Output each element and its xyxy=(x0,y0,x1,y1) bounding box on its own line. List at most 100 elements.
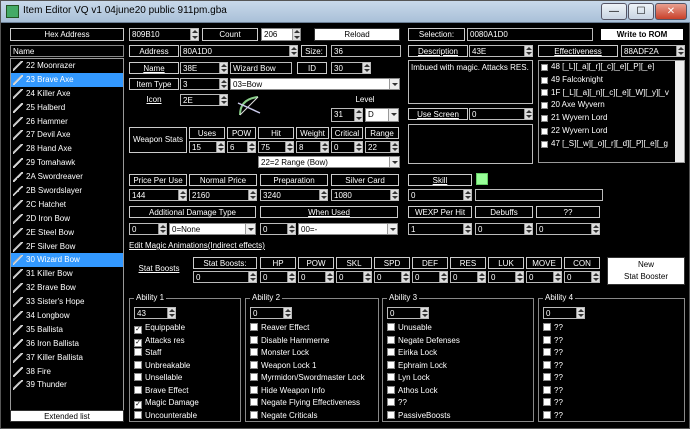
stat-boost-input[interactable]: 0 xyxy=(526,271,562,283)
selection-input[interactable]: 0080A1D0 xyxy=(467,28,593,41)
use-screen-label[interactable]: Use Screen xyxy=(408,108,468,120)
size-input[interactable]: 36 xyxy=(331,45,401,57)
item-list-row[interactable]: 38 Fire xyxy=(11,365,123,379)
checkbox-box[interactable] xyxy=(250,323,258,331)
checkbox-box[interactable] xyxy=(134,385,142,394)
range-dropdown[interactable]: 22=2 Range (Bow) xyxy=(258,156,400,168)
checkbox-box[interactable] xyxy=(250,398,258,406)
checkbox-box[interactable] xyxy=(387,360,395,369)
item-list-row[interactable]: 39 Thunder xyxy=(11,378,123,392)
hex-address-input[interactable]: 809B10 xyxy=(129,28,199,41)
when-used-input[interactable]: 0 xyxy=(260,223,296,235)
ability-checkbox[interactable]: ?? xyxy=(543,385,563,396)
description-input[interactable]: 43E xyxy=(469,45,533,57)
wexp-input[interactable]: 1 xyxy=(408,223,472,235)
ability-checkbox[interactable]: Negate Defenses xyxy=(387,335,460,346)
item-list-row[interactable]: 26 Hammer xyxy=(11,115,123,129)
stat-boost-input[interactable]: 0 xyxy=(374,271,410,283)
ability-checkbox[interactable]: ✓ Equippable xyxy=(134,323,185,334)
debuffs-input[interactable]: 0 xyxy=(475,223,533,235)
use-screen-text[interactable] xyxy=(408,124,533,164)
item-list-row[interactable]: 2F Silver Bow xyxy=(11,240,123,254)
effectiveness-checkbox[interactable] xyxy=(541,76,548,84)
price-input[interactable]: 144 xyxy=(129,189,187,201)
price-input[interactable]: 3240 xyxy=(260,189,328,201)
effectiveness-item[interactable]: 48 [_L][_a][_r][_c][_e][_P][_e] xyxy=(539,61,684,74)
item-type-dropdown[interactable]: 03=Bow xyxy=(230,78,400,90)
ability-checkbox[interactable]: ✓ Magic Damage xyxy=(134,398,199,409)
stat-boost-input[interactable]: 0 xyxy=(298,271,334,283)
weapon-stat-input[interactable]: 75 xyxy=(258,141,294,153)
stat-boost-input[interactable]: 0 xyxy=(336,271,372,283)
weapon-stat-input[interactable]: 22 xyxy=(365,141,399,153)
checkbox-box[interactable] xyxy=(134,348,142,356)
checkbox-box[interactable] xyxy=(543,398,551,406)
item-list-row[interactable]: 2D Iron Bow xyxy=(11,212,123,226)
ability-checkbox[interactable]: Brave Effect xyxy=(134,385,188,396)
checkbox-box[interactable]: ✓ xyxy=(134,326,142,334)
icon-input[interactable]: 2E xyxy=(180,94,228,106)
checkbox-box[interactable] xyxy=(543,348,551,356)
level-rank-dropdown[interactable]: D xyxy=(365,108,399,122)
checkbox-box[interactable] xyxy=(387,348,395,356)
checkbox-box[interactable] xyxy=(134,410,142,419)
skill-label[interactable]: Skill xyxy=(408,174,472,186)
checkbox-box[interactable] xyxy=(387,335,395,344)
level-input[interactable]: 31 xyxy=(331,108,363,122)
stat-boost-input[interactable]: 0 xyxy=(488,271,524,283)
item-list-row[interactable]: 28 Hand Axe xyxy=(11,142,123,156)
item-list-row[interactable]: 2C Hatchet xyxy=(11,198,123,212)
effectiveness-item[interactable]: 20 Axe Wyvern xyxy=(539,99,684,112)
ability-3-input[interactable]: 0 xyxy=(387,307,429,319)
effectiveness-checkbox[interactable] xyxy=(541,89,548,97)
item-list-row[interactable]: 36 Iron Ballista xyxy=(11,337,123,351)
stat-boost-input[interactable]: 0 xyxy=(412,271,448,283)
item-list-row[interactable]: 22 Moonrazer xyxy=(11,59,123,73)
checkbox-box[interactable] xyxy=(387,385,395,394)
description-text[interactable]: Imbued with magic. Attacks RES. xyxy=(408,60,533,104)
checkbox-box[interactable]: ✓ xyxy=(134,401,142,409)
checkbox-box[interactable] xyxy=(387,373,395,381)
checkbox-box[interactable] xyxy=(387,398,395,406)
item-list-row[interactable]: 25 Halberd xyxy=(11,101,123,115)
ability-checkbox[interactable]: Athos Lock xyxy=(387,385,438,396)
maximize-button[interactable]: ☐ xyxy=(628,3,654,20)
effectiveness-item[interactable]: 1F [_L][_a][_n][_c][_e][_W][_y][_v xyxy=(539,87,684,100)
ability-checkbox[interactable]: Disable Hammerne xyxy=(250,335,329,346)
ability-checkbox[interactable]: ?? xyxy=(543,373,563,383)
ability-checkbox[interactable]: Unbreakable xyxy=(134,360,190,371)
effectiveness-checkbox[interactable] xyxy=(541,115,548,123)
reload-button[interactable]: Reload xyxy=(314,28,400,41)
ability-4-input[interactable]: 0 xyxy=(543,307,585,319)
ability-checkbox[interactable]: ?? xyxy=(543,348,563,358)
checkbox-box[interactable] xyxy=(543,385,551,394)
checkbox-box[interactable] xyxy=(250,373,258,381)
minimize-button[interactable]: — xyxy=(601,3,627,20)
ability-checkbox[interactable]: Uncounterable xyxy=(134,410,197,421)
effectiveness-list[interactable]: 48 [_L][_a][_r][_c][_e][_P][_e] 49 Falcok… xyxy=(538,60,685,163)
ability-checkbox[interactable]: Ephraim Lock xyxy=(387,360,447,371)
checkbox-box[interactable] xyxy=(134,360,142,369)
stat-boost-input[interactable]: 0 xyxy=(450,271,486,283)
ability-checkbox[interactable]: ?? xyxy=(543,323,563,333)
weapon-stat-input[interactable]: 8 xyxy=(296,141,329,153)
ability-checkbox[interactable]: Staff xyxy=(134,348,161,358)
ability-checkbox[interactable]: Negate Criticals xyxy=(250,410,317,421)
item-type-input[interactable]: 3 xyxy=(180,78,228,90)
ability-checkbox[interactable]: Reaver Effect xyxy=(250,323,309,333)
stat-boosts-input[interactable]: 0 xyxy=(193,271,257,283)
stat-boosts-label[interactable]: Stat Boosts xyxy=(129,257,189,283)
additional-damage-dropdown[interactable]: 0=None xyxy=(169,223,256,235)
checkbox-box[interactable] xyxy=(250,385,258,394)
ability-checkbox[interactable]: PassiveBoosts xyxy=(387,410,450,421)
checkbox-box[interactable]: ✓ xyxy=(134,338,142,347)
ability-checkbox[interactable]: Lyn Lock xyxy=(387,373,430,383)
checkbox-box[interactable] xyxy=(543,410,551,419)
checkbox-box[interactable] xyxy=(543,360,551,369)
ability-checkbox[interactable]: Negate Flying Effectiveness xyxy=(250,398,360,408)
ability-checkbox[interactable]: ?? xyxy=(387,398,407,408)
extended-list-button[interactable]: Extended list xyxy=(10,410,124,422)
effectiveness-scrollbar[interactable] xyxy=(675,61,684,162)
ability-1-input[interactable]: 43 xyxy=(134,307,176,319)
checkbox-box[interactable] xyxy=(387,323,395,331)
